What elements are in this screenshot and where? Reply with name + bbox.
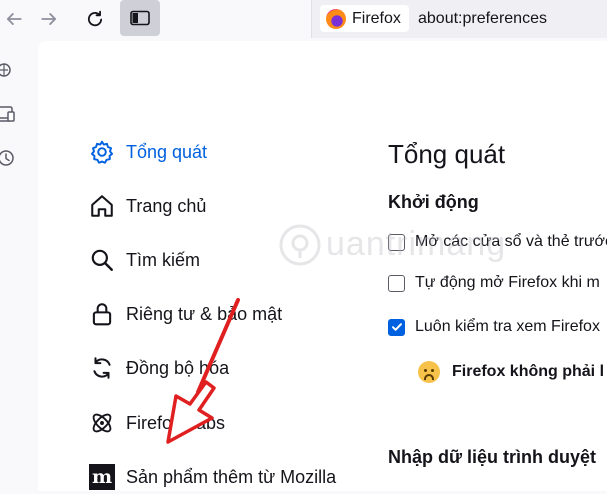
category-search[interactable]: Tìm kiếm xyxy=(88,243,200,277)
home-icon xyxy=(88,192,116,220)
gear-icon xyxy=(88,138,116,166)
startup-heading: Khởi động xyxy=(388,192,479,212)
search-icon xyxy=(88,246,116,274)
category-label: Trang chủ xyxy=(126,195,207,216)
checkmark-icon xyxy=(391,323,402,331)
sidebar-icon xyxy=(130,10,150,26)
auto-open-option[interactable]: Tự động mở Firefox khi m xyxy=(388,271,600,295)
warning-text: Firefox không phải l xyxy=(452,363,605,380)
url-text[interactable]: about:preferences xyxy=(418,10,547,28)
category-privacy[interactable]: Riêng tư & bảo mật xyxy=(88,297,282,331)
option-label: Tự động mở Firefox khi m xyxy=(415,274,600,291)
category-label: Sản phẩm thêm từ Mozilla xyxy=(126,466,337,487)
arrow-left-icon xyxy=(6,13,22,25)
browser-toolbar: Firefox about:preferences xyxy=(0,0,607,38)
history-icon[interactable] xyxy=(0,148,16,168)
page-title: Tổng quát xyxy=(388,139,506,169)
sidebar-strip xyxy=(0,38,38,491)
url-bar[interactable]: Firefox about:preferences xyxy=(311,0,607,38)
ai-chatbot-icon[interactable] xyxy=(0,60,16,80)
sync-icon xyxy=(88,354,116,382)
category-label: Tổng quát xyxy=(126,141,208,162)
identity-label: Firefox xyxy=(352,9,401,27)
lock-icon xyxy=(88,300,116,328)
category-general[interactable]: Tổng quát xyxy=(88,135,207,169)
sidebar-toggle-button[interactable] xyxy=(120,0,160,36)
reload-icon xyxy=(87,10,103,27)
default-browser-warning: Firefox không phải l xyxy=(418,361,604,383)
arrow-right-icon xyxy=(41,13,57,25)
back-button[interactable] xyxy=(0,4,30,34)
category-sync[interactable]: Đồng bộ hóa xyxy=(88,351,229,385)
category-home[interactable]: Trang chủ xyxy=(88,189,206,223)
category-firefox-labs[interactable]: Firefox Labs xyxy=(88,406,225,440)
category-label: Riêng tư & bảo mật xyxy=(126,303,283,324)
firefox-logo-icon xyxy=(326,8,346,29)
sad-face-icon xyxy=(418,361,440,383)
category-label: Tìm kiếm xyxy=(126,249,200,270)
category-label: Đồng bộ hóa xyxy=(126,357,230,378)
reload-button[interactable] xyxy=(79,4,111,34)
category-label: Firefox Labs xyxy=(126,412,226,433)
option-label: Luôn kiểm tra xem Firefox xyxy=(415,318,600,335)
preferences-content: Tổng quát Trang chủ Tìm kiếm Riêng tư & … xyxy=(38,41,607,491)
default-browser-option[interactable]: Luôn kiểm tra xem Firefox xyxy=(388,315,600,339)
default-browser-checkbox[interactable] xyxy=(388,318,405,336)
labs-atom-icon xyxy=(88,409,116,437)
mozilla-icon: m xyxy=(88,463,116,491)
option-label: Mở các cửa sổ và thẻ trước xyxy=(415,233,607,250)
watermark-logo-icon xyxy=(279,224,321,266)
synced-tabs-icon[interactable] xyxy=(0,104,16,124)
restore-session-option[interactable]: Mở các cửa sổ và thẻ trước xyxy=(388,230,607,254)
category-more-from-mozilla[interactable]: m Sản phẩm thêm từ Mozilla xyxy=(88,460,336,494)
import-heading: Nhập dữ liệu trình duyệt xyxy=(388,447,597,467)
auto-open-checkbox[interactable] xyxy=(388,274,405,292)
forward-button[interactable] xyxy=(33,4,65,34)
identity-box[interactable]: Firefox xyxy=(320,5,409,32)
restore-session-checkbox[interactable] xyxy=(388,233,405,251)
